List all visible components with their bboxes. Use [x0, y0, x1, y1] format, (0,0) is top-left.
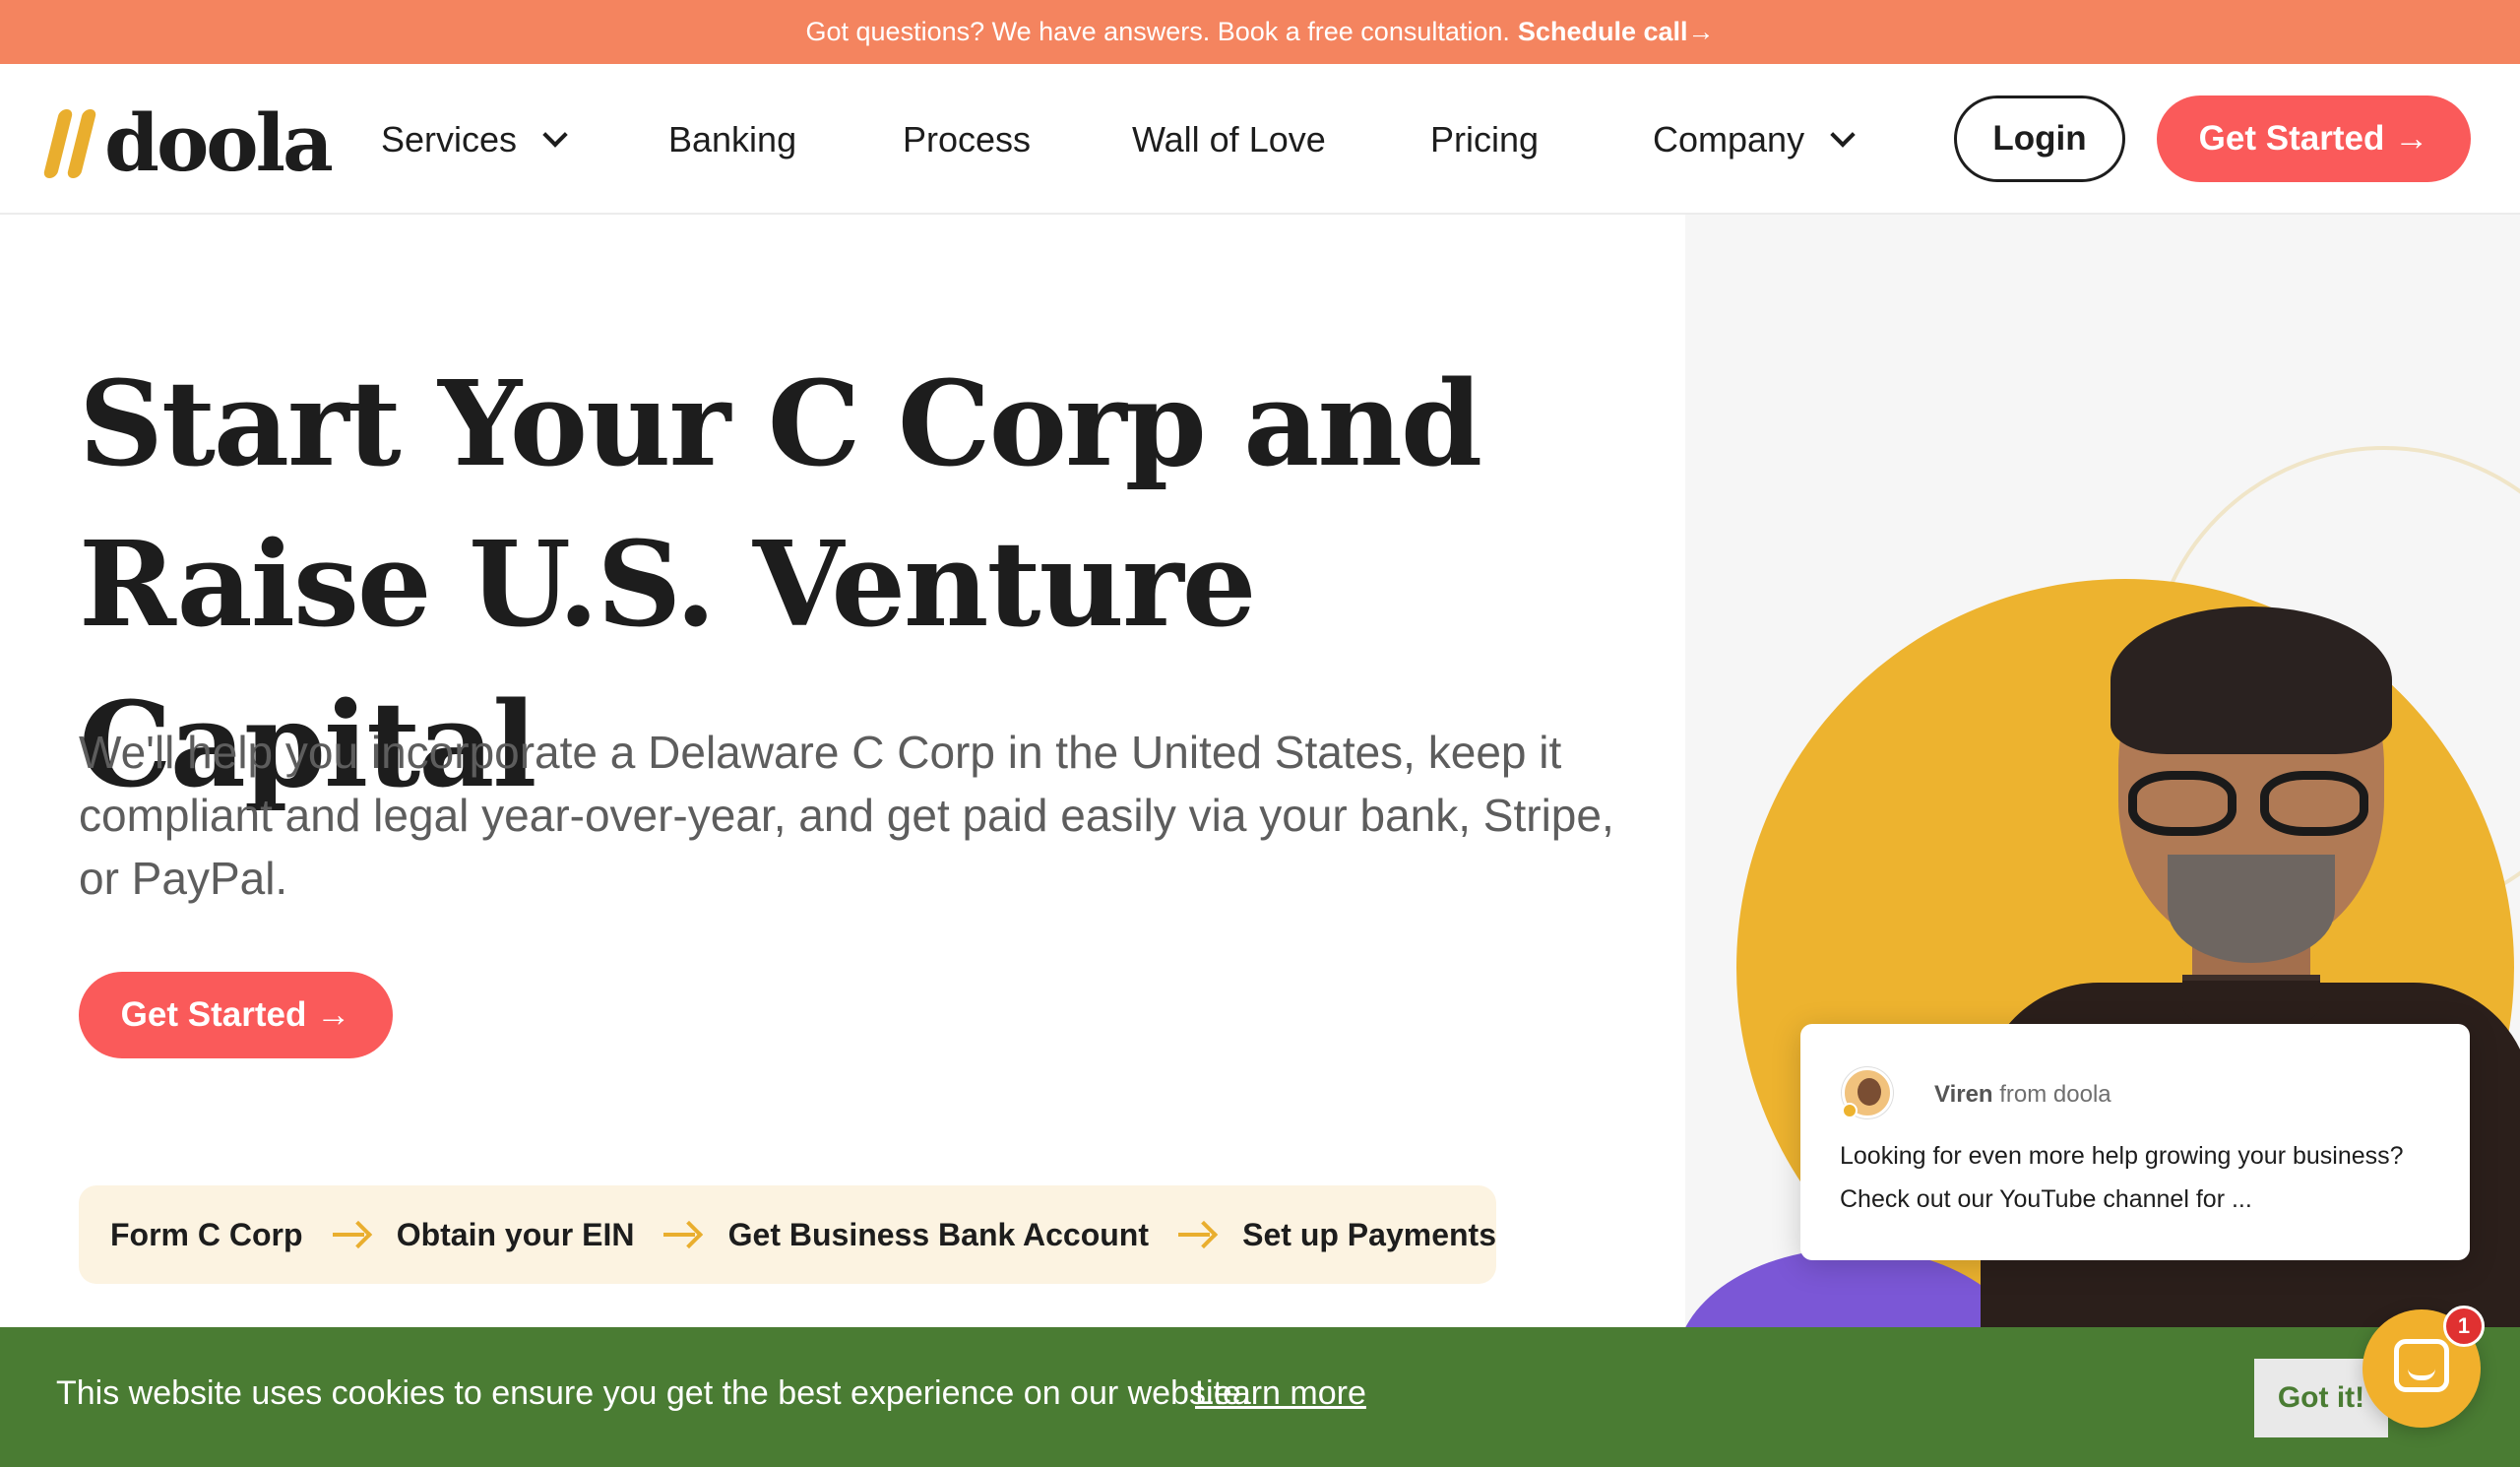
login-button[interactable]: Login [1954, 96, 2125, 182]
arrow-right-icon [1177, 1223, 1213, 1246]
nav-item-company[interactable]: Company [1653, 64, 1856, 215]
step-set-up-payments: Set up Payments [1242, 1216, 1496, 1252]
chat-bubble-icon [2394, 1339, 2449, 1392]
chevron-down-icon [1830, 121, 1856, 148]
chat-message-popup[interactable]: Viren from doola Looking for even more h… [1800, 1024, 2470, 1260]
step-form-c-corp: Form C Corp [110, 1216, 303, 1252]
nav-label-wall-of-love: Wall of Love [1132, 118, 1326, 159]
double-slash-logo-icon [42, 105, 97, 180]
step-bank-account: Get Business Bank Account [727, 1216, 1149, 1252]
online-status-dot [1842, 1103, 1858, 1118]
cookie-learn-more-link[interactable]: Learn more [1195, 1374, 1366, 1413]
schedule-call-link[interactable]: Schedule call→ [1518, 17, 1715, 47]
nav-item-banking[interactable]: Banking [668, 64, 796, 215]
header-get-started-label: Get Started [2198, 119, 2385, 158]
chat-message-text: Looking for even more help growing your … [1840, 1142, 2404, 1213]
nav-item-process[interactable]: Process [903, 64, 1031, 215]
nav-label-pricing: Pricing [1430, 118, 1540, 159]
chat-sender: Viren from doola [1934, 1081, 2111, 1109]
arrow-right-icon: → [2394, 119, 2429, 158]
announcement-message: Got questions? We have answers. Book a f… [805, 17, 1510, 46]
step-obtain-ein: Obtain your EIN [396, 1216, 635, 1252]
nav-item-pricing[interactable]: Pricing [1430, 64, 1539, 215]
arrow-right-icon [663, 1223, 698, 1246]
arrow-right-icon: → [316, 995, 351, 1034]
nav-label-process: Process [903, 118, 1032, 159]
nav-label-company: Company [1653, 118, 1805, 159]
hero-get-started-button[interactable]: Get Started → [79, 972, 393, 1058]
hero-subtitle: We'll help you incorporate a Delaware C … [79, 727, 1614, 904]
nav-item-wall-of-love[interactable]: Wall of Love [1132, 64, 1326, 215]
cookie-banner: This website uses cookies to ensure you … [0, 1327, 2520, 1467]
doola-logo[interactable]: doola [42, 94, 334, 192]
hero-get-started-label: Get Started [120, 995, 307, 1034]
nav-item-services[interactable]: Services [381, 64, 568, 215]
unread-badge: 1 [2443, 1306, 2485, 1347]
chevron-down-icon [542, 121, 568, 148]
announcement-bar: Got questions? We have answers. Book a f… [0, 0, 2520, 64]
chat-sender-name: Viren [1934, 1081, 1993, 1108]
nav-label-banking: Banking [668, 118, 797, 159]
process-steps: Form C Corp Obtain your EIN Get Business… [79, 1185, 1496, 1284]
logo-wordmark: doola [104, 96, 334, 189]
chat-sender-suffix: from doola [1999, 1081, 2111, 1108]
login-label: Login [1992, 119, 2087, 158]
hero-title-line-1: Start Your C Corp and [79, 355, 1482, 493]
header-get-started-button[interactable]: Get Started → [2157, 96, 2471, 182]
page-root: Got questions? We have answers. Book a f… [0, 0, 2520, 1467]
site-header: doola Services Banking Process Wall of L… [0, 64, 2520, 215]
cookie-text: This website uses cookies to ensure you … [56, 1374, 1251, 1412]
arrow-right-icon [332, 1223, 367, 1246]
nav-label-services: Services [381, 118, 518, 159]
